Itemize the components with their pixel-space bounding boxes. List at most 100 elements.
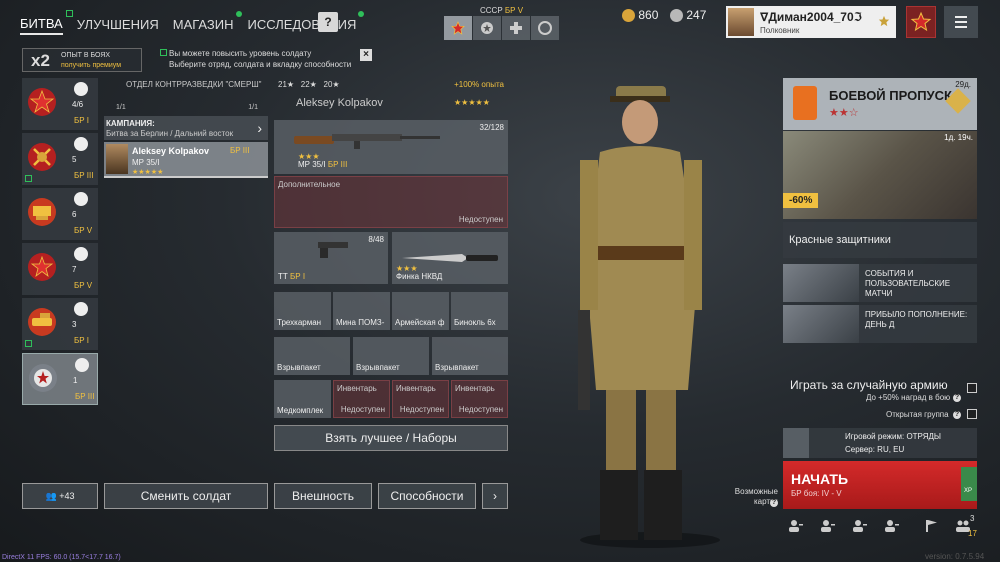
smg-icon	[294, 134, 440, 149]
loadout-stars: ★★★★★	[454, 98, 490, 107]
online-count: 17	[968, 529, 977, 538]
germany-cross-icon[interactable]	[502, 16, 530, 40]
event-image	[783, 305, 859, 343]
add-player-icon[interactable]	[852, 519, 868, 533]
squad-card[interactable]: 6 БР V	[22, 188, 98, 240]
fps-counter: DirectX 11 FPS: 60.0 (15.7<17.7 16.7)	[2, 554, 121, 561]
xp-boost-icon: XP	[961, 467, 977, 501]
battle-pass-icon	[793, 86, 817, 120]
medal-icon[interactable]	[906, 6, 936, 38]
menu-button[interactable]	[944, 6, 978, 38]
medkit-slot[interactable]: Медкомплек	[274, 380, 331, 418]
game-mode-selector[interactable]: Игровой режим: ОТРЯДЫ Сервер: RU, EU	[783, 428, 977, 458]
squad-card[interactable]: 7 БР V	[22, 243, 98, 295]
soldier-row[interactable]: Aleksey Kolpakov МР 35/I ★★★★★ БР III	[104, 142, 268, 178]
squad-br: БР I	[74, 336, 90, 345]
slot-unavailable: Недоступен	[399, 405, 444, 414]
boost-multiplier: x2	[31, 51, 50, 70]
silver-coin-icon	[670, 9, 683, 23]
boost-label: ОПЫТ В БОЯХ	[61, 52, 111, 59]
pistol-slot[interactable]: ТТ БР I 8/48	[274, 232, 388, 284]
inventory-slot: Инвентарь Недоступен	[392, 380, 449, 418]
help-icon[interactable]: ?	[770, 499, 778, 507]
add-player-icon[interactable]	[788, 519, 804, 533]
rank-star-icon	[878, 15, 890, 30]
change-soldier-button[interactable]: Сменить солдат	[104, 483, 268, 509]
checkbox-icon	[160, 49, 167, 56]
profile-card[interactable]: ∇Диман2004_70ℑ Полковник	[726, 6, 896, 38]
battle-pass-card[interactable]: БОЕВОЙ ПРОПУСК ★★☆ 29д.	[783, 78, 977, 130]
tab-battle[interactable]: БИТВА	[20, 9, 73, 35]
campaign-selector[interactable]: КАМПАНИЯ: Битва за Берлин / Дальний вост…	[104, 116, 268, 140]
abilities-button[interactable]: Способности	[378, 483, 476, 509]
pistol-ammo: 8/48	[368, 235, 384, 244]
loadout-header: Aleksey Kolpakov ★★★★★	[278, 94, 508, 114]
pistol-icon	[318, 242, 348, 258]
item-slot[interactable]: Армейская ф	[392, 292, 449, 330]
take-best-button[interactable]: Взять лучшее / Наборы	[274, 425, 508, 451]
tab-upgrades[interactable]: УЛУЧШЕНИЯ	[77, 15, 159, 34]
start-br: БР боя: IV - V	[791, 489, 842, 498]
slot-unavailable: Недоступен	[340, 405, 385, 414]
help-button[interactable]: ?	[318, 12, 338, 32]
ussr-star-icon[interactable]	[444, 16, 472, 40]
appearance-button[interactable]: Внешность	[274, 483, 372, 509]
game-mode: Игровой режим: ОТРЯДЫ	[845, 432, 941, 441]
event-card[interactable]: ПРИБЫЛО ПОПОЛНЕНИЕ: ДЕНЬ Д	[783, 305, 977, 343]
squad-card[interactable]: 4/6 БР I	[22, 78, 98, 130]
squad-card[interactable]: 3 БР I	[22, 298, 98, 350]
engineer-class-icon	[74, 192, 88, 206]
explosive-slot[interactable]: Взрывпакет	[432, 337, 508, 375]
nation-name: СССР	[480, 6, 503, 15]
boost-action[interactable]: получить премиум	[61, 62, 121, 69]
offer-banner[interactable]: 1д. 19ч. -60%	[783, 131, 977, 219]
people-icon: 👥	[45, 491, 57, 501]
offer-title[interactable]: Красные защитники	[783, 222, 977, 258]
item-slot[interactable]: Трехкарман	[274, 292, 331, 330]
squad-count: 4/6	[72, 100, 84, 109]
explosive-slot[interactable]: Взрывпакет	[274, 337, 350, 375]
item-slot[interactable]: Бинокль 6х	[451, 292, 508, 330]
flag-icon[interactable]	[924, 519, 940, 533]
tab-shop[interactable]: МАГАЗИН	[173, 10, 242, 34]
party-count: 3	[970, 514, 975, 523]
primary-weapon-slot[interactable]: ★★★ МР 35/I БР III 32/128	[274, 120, 508, 174]
add-player-icon[interactable]	[884, 519, 900, 533]
inventory-slot: Инвентарь Недоступен	[451, 380, 508, 418]
thumbs-up-icon[interactable]	[783, 428, 809, 458]
open-group-checkbox[interactable]	[967, 409, 977, 419]
slot-unavailable: Недоступен	[458, 405, 503, 414]
squad-card[interactable]: 5 БР III	[22, 133, 98, 185]
notify-icon	[65, 9, 73, 17]
event-text: ПРИБЫЛО ПОПОЛНЕНИЕ: ДЕНЬ Д	[865, 310, 968, 329]
add-player-icon[interactable]	[820, 519, 836, 533]
usa-star-icon[interactable]	[473, 16, 501, 40]
hint-line1: Вы можете повысить уровень солдату	[169, 49, 312, 58]
nation-label: СССР БР V	[480, 6, 523, 15]
xp-label: XP	[964, 488, 973, 494]
tab-battle-label: БИТВА	[20, 15, 63, 31]
start-button[interactable]: НАЧАТЬ БР боя: IV - V XP	[783, 461, 977, 509]
event-card[interactable]: СОБЫТИЯ И ПОЛЬЗОВАТЕЛЬСКИЕ МАТЧИ	[783, 264, 977, 302]
uk-roundel-icon[interactable]	[531, 16, 559, 40]
squad-emblem-icon	[26, 304, 58, 340]
squad-br: БР III	[74, 171, 94, 180]
item-slot[interactable]: Мина ПОМЗ-	[333, 292, 390, 330]
xp-boost-banner[interactable]: x2 ОПЫТ В БОЯХ получить премиум	[22, 48, 142, 72]
melee-slot[interactable]: ★★★ Финка НКВД	[392, 232, 508, 284]
hint-line2: Выберите отряд, солдата и вкладку способ…	[169, 60, 352, 69]
help-icon[interactable]: ?	[953, 411, 961, 419]
tab-upgrades-label: УЛУЧШЕНИЯ	[76, 16, 159, 32]
squad-br: БР I	[74, 116, 90, 125]
soldier-name: Aleksey Kolpakov	[132, 146, 210, 156]
tab-research[interactable]: ИССЛЕДОВАНИЯ	[248, 10, 365, 34]
menu-bar	[955, 26, 967, 28]
squad-card-selected[interactable]: 1 БР III	[22, 353, 98, 405]
help-icon[interactable]: ?	[953, 394, 961, 402]
explosive-slot[interactable]: Взрывпакет	[353, 337, 429, 375]
group-button[interactable]: 👥 +43	[22, 483, 98, 509]
squad-count: 5	[72, 155, 77, 164]
next-button[interactable]: ›	[482, 483, 508, 509]
close-hint-button[interactable]: ×	[360, 49, 372, 61]
random-army-checkbox[interactable]	[967, 383, 977, 393]
